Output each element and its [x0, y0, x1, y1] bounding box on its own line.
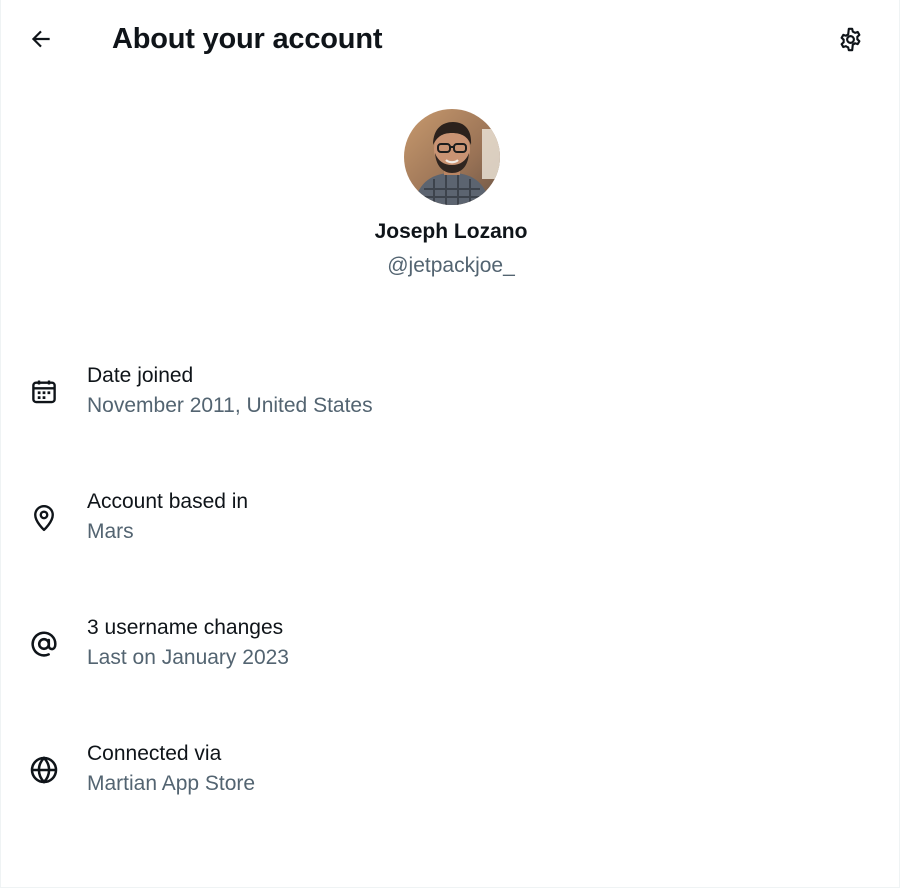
calendar-icon [27, 375, 61, 409]
info-value: Mars [87, 520, 134, 543]
arrow-left-icon [31, 30, 50, 48]
gear-icon [840, 27, 860, 51]
info-value: November 2011, United States [87, 394, 373, 417]
info-value: Last on January 2023 [87, 646, 289, 669]
header-bar: About your account [1, 0, 901, 80]
back-button[interactable] [21, 19, 61, 59]
info-label: Date joined [87, 364, 194, 387]
info-row-username-changes: 3 username changes Last on January 2023 [1, 604, 901, 684]
account-panel: About your account Joseph Lozano @jetpac… [0, 0, 900, 888]
at-sign-icon [27, 627, 61, 661]
info-value: Martian App Store [87, 772, 256, 795]
avatar[interactable] [404, 109, 500, 205]
info-row-date-joined: Date joined November 2011, United States [1, 352, 901, 432]
info-label: Account based in [87, 490, 249, 513]
page-title: About your account [112, 23, 383, 55]
profile-handle: @jetpackjoe_ [387, 254, 515, 277]
globe-icon [27, 753, 61, 787]
settings-button[interactable] [830, 19, 870, 59]
profile-name: Joseph Lozano [374, 220, 528, 243]
location-pin-icon [27, 501, 61, 535]
info-label: 3 username changes [87, 616, 284, 639]
info-label: Connected via [87, 742, 222, 765]
info-row-connected-via: Connected via Martian App Store [1, 730, 901, 810]
avatar-photo [404, 109, 500, 205]
info-row-account-based-in: Account based in Mars [1, 478, 901, 558]
